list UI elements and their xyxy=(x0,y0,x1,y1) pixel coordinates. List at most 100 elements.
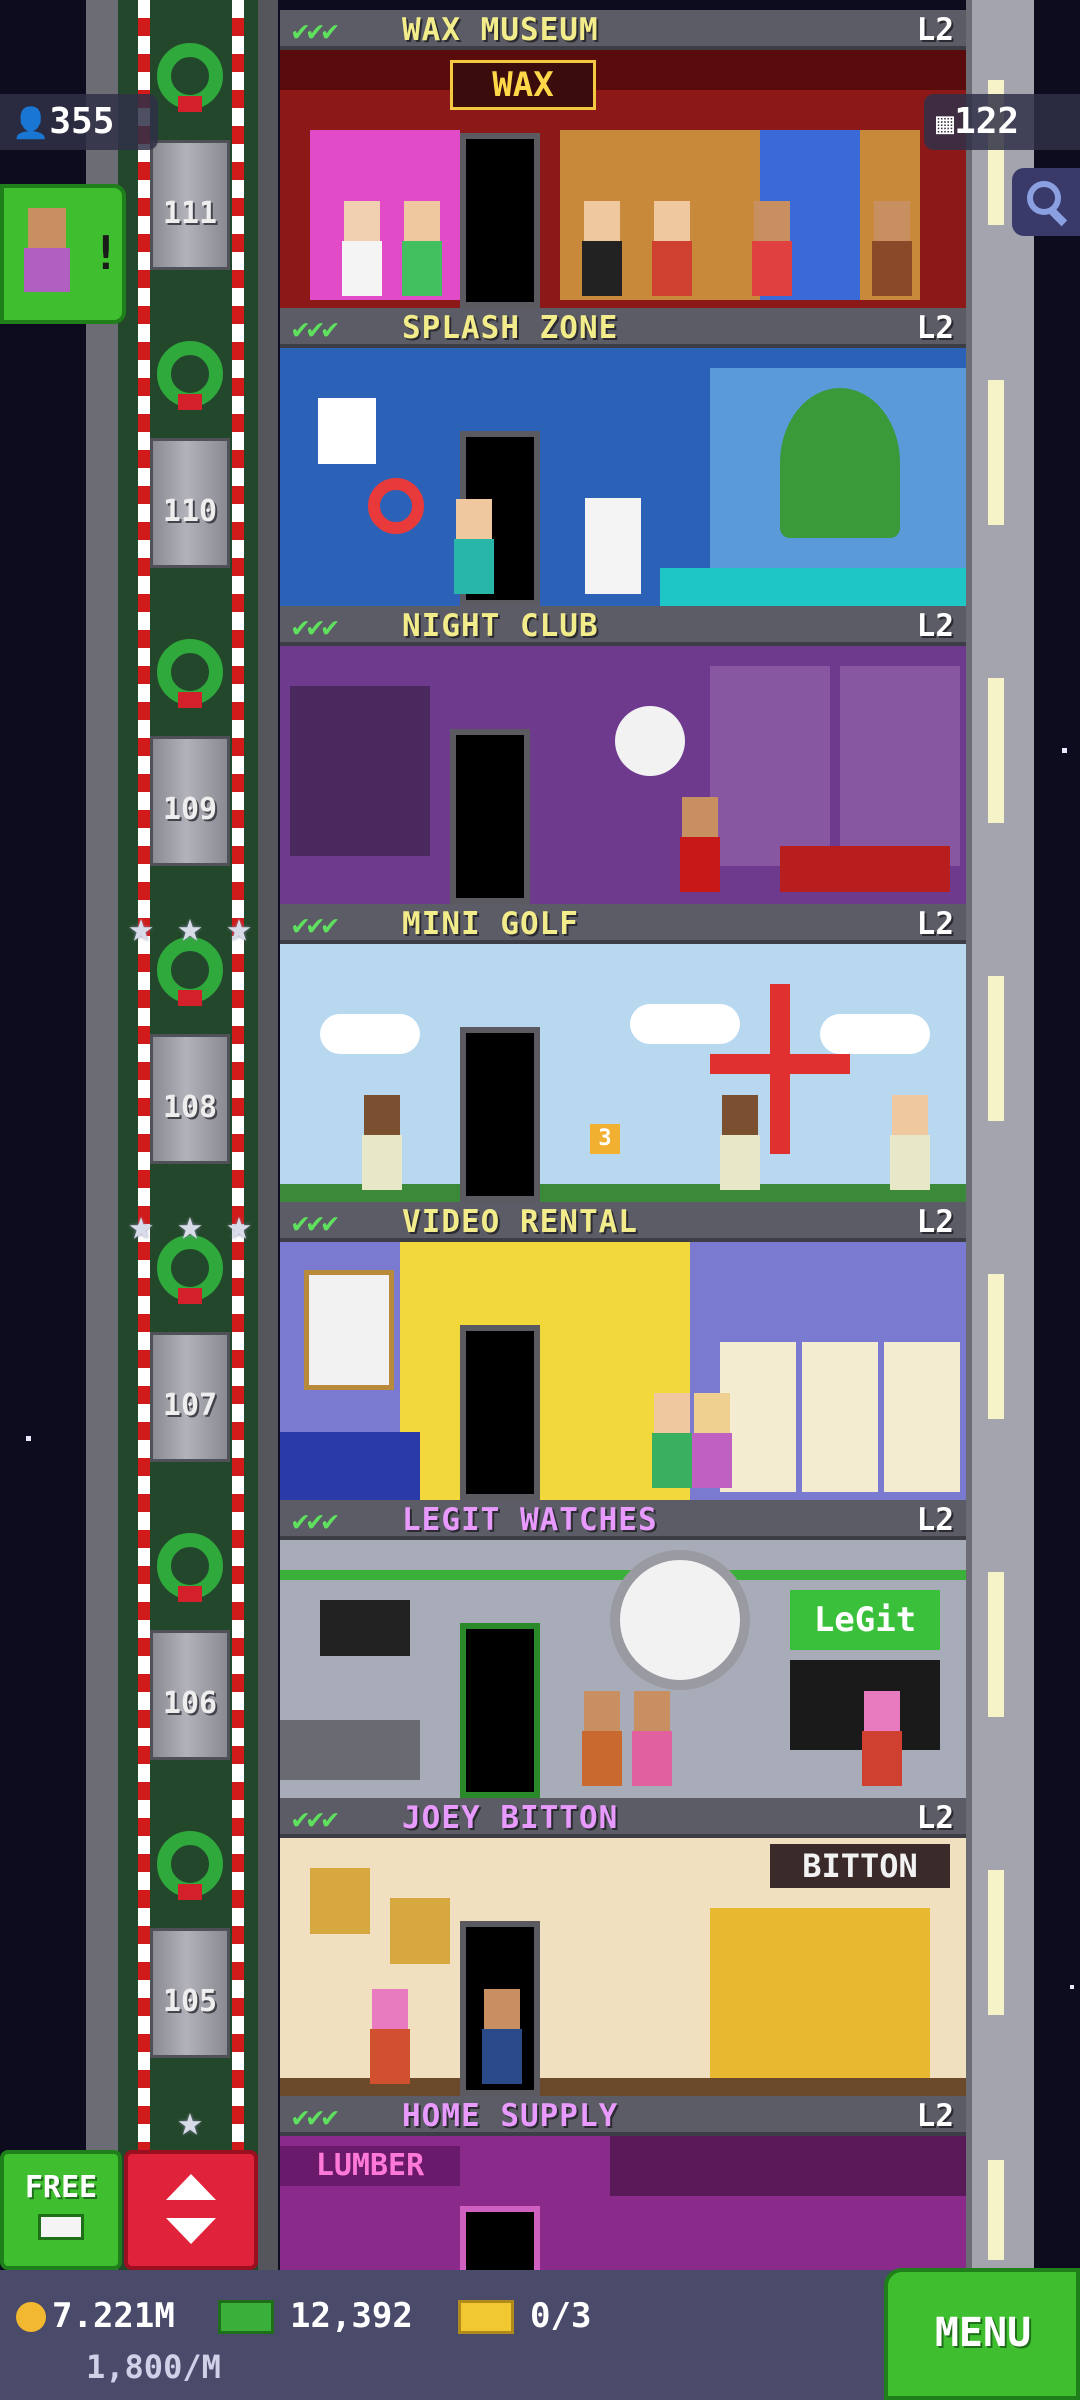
clock-icon xyxy=(610,1550,750,1690)
bux-icon xyxy=(218,2300,274,2334)
floor-name: SPLASH ZONE xyxy=(402,310,619,346)
tape-shelf xyxy=(802,1342,878,1492)
elevator-floor-number: 111 xyxy=(162,196,218,231)
person xyxy=(368,1989,412,2084)
magnifier-icon xyxy=(1027,181,1068,227)
floor-room: WAX xyxy=(280,50,966,308)
rank-stars: ★ xyxy=(120,2100,260,2150)
person xyxy=(690,1393,734,1488)
person-icon: 👤 xyxy=(12,106,50,141)
menu-button[interactable]: MENU xyxy=(884,2268,1080,2400)
floor-legit-watches[interactable]: ✔✔✔ LEGIT WATCHES L2 LeGit xyxy=(280,1500,966,1798)
population-counter[interactable]: 👤355 xyxy=(0,94,158,150)
floor-mini-golf[interactable]: ✔✔✔ MINI GOLF L2 3 xyxy=(280,904,966,1202)
tickets-value: 0/3 xyxy=(530,2296,592,2336)
floor-name: MINI GOLF xyxy=(402,906,579,942)
tool-rack xyxy=(610,2136,966,2196)
door xyxy=(460,1325,540,1500)
pool xyxy=(660,568,966,606)
free-bux-button[interactable]: FREE xyxy=(0,2150,122,2270)
checkmarks-icon: ✔✔✔ xyxy=(292,14,339,47)
checkmarks-icon: ✔✔✔ xyxy=(292,610,339,643)
star-decoration xyxy=(26,1436,31,1441)
floor-count-value: 122 xyxy=(954,101,1020,142)
elevator-floor-number: 106 xyxy=(162,1686,218,1721)
yellow-wall xyxy=(400,1242,690,1500)
coin-icon xyxy=(16,2302,46,2332)
checkmarks-icon: ✔✔✔ xyxy=(292,312,339,345)
floor-header: ✔✔✔ MINI GOLF L2 xyxy=(280,904,966,944)
person xyxy=(360,1095,404,1190)
star-icon: ★ xyxy=(177,1200,203,1249)
floor-home-supply[interactable]: ✔✔✔ HOME SUPPLY L2 LUMBER xyxy=(280,2096,966,2270)
cash-icon xyxy=(38,2214,84,2240)
star-icon: ★ xyxy=(128,1200,154,1249)
ticket-icon xyxy=(458,2300,514,2334)
person xyxy=(580,201,624,296)
floor-name: VIDEO RENTAL xyxy=(402,1204,638,1240)
checkmarks-icon: ✔✔✔ xyxy=(292,1504,339,1537)
person xyxy=(860,1691,904,1786)
floor-room: BITTON xyxy=(280,1838,966,2096)
building-icon: ▦ xyxy=(936,106,955,141)
person xyxy=(750,201,794,296)
elevator-floor-number: 109 xyxy=(162,792,218,827)
floor-header: ✔✔✔ WAX MUSEUM L2 xyxy=(280,10,966,50)
wreath-icon xyxy=(157,639,223,708)
person xyxy=(580,1691,624,1786)
person xyxy=(718,1095,762,1190)
checkmarks-icon: ✔✔✔ xyxy=(292,1206,339,1239)
bux-value: 12,392 xyxy=(290,2296,413,2336)
floor-level: L2 xyxy=(916,1800,954,1836)
person xyxy=(340,201,384,296)
wax-sign: WAX xyxy=(450,60,596,110)
wreath-icon xyxy=(157,1831,223,1900)
handbag-shelf xyxy=(710,1908,930,2078)
door xyxy=(460,2206,540,2270)
floor-splash-zone[interactable]: ✔✔✔ SPLASH ZONE L2 xyxy=(280,308,966,606)
coins-value: 7.221M xyxy=(52,2296,175,2336)
floor-room: LUMBER xyxy=(280,2136,966,2270)
bitton-sign: BITTON xyxy=(770,1844,950,1888)
elevator-control-button[interactable] xyxy=(124,2150,258,2270)
person xyxy=(678,797,722,892)
cloud xyxy=(320,1014,420,1054)
checkmarks-icon: ✔✔✔ xyxy=(292,1802,339,1835)
menu-label: MENU xyxy=(934,2310,1032,2356)
window-light xyxy=(988,1870,1004,2015)
door xyxy=(460,133,540,308)
person xyxy=(650,201,694,296)
floor-night-club[interactable]: ✔✔✔ NIGHT CLUB L2 xyxy=(280,606,966,904)
floor-header: ✔✔✔ VIDEO RENTAL L2 xyxy=(280,1202,966,1242)
search-button[interactable] xyxy=(1012,168,1080,236)
floor-wax-museum[interactable]: ✔✔✔ WAX MUSEUM L2 WAX xyxy=(280,10,966,308)
spotlight xyxy=(840,666,960,866)
free-label: FREE xyxy=(24,2170,98,2205)
floor-room xyxy=(280,646,966,904)
visitor-notification-button[interactable]: ! xyxy=(0,184,126,324)
person xyxy=(480,1989,524,2084)
floor-level: L2 xyxy=(916,906,954,942)
lifebuoy-icon xyxy=(368,478,424,534)
wreath-icon xyxy=(157,43,223,112)
handbag-frame xyxy=(310,1868,370,1934)
floor-video-rental[interactable]: ✔✔✔ VIDEO RENTAL L2 xyxy=(280,1202,966,1500)
lumber-sign: LUMBER xyxy=(280,2146,460,2186)
curtain xyxy=(280,50,966,90)
poster xyxy=(304,1270,394,1390)
floor-counter[interactable]: ▦122 xyxy=(924,94,1080,150)
floor-joey-bitton[interactable]: ✔✔✔ JOEY BITTON L2 BITTON xyxy=(280,1798,966,2096)
candy-cane-rail-right xyxy=(232,0,244,2270)
checkmarks-icon: ✔✔✔ xyxy=(292,2100,339,2133)
counter xyxy=(280,1432,420,1500)
lounge-sofa xyxy=(780,846,950,892)
wreath-icon xyxy=(157,1533,223,1602)
person xyxy=(888,1095,932,1190)
door xyxy=(450,729,530,904)
person xyxy=(650,1393,694,1488)
notice-board xyxy=(318,398,376,464)
person xyxy=(630,1691,674,1786)
floor-name: JOEY BITTON xyxy=(402,1800,619,1836)
floor-name: HOME SUPPLY xyxy=(402,2098,619,2134)
floor-level: L2 xyxy=(916,12,954,48)
